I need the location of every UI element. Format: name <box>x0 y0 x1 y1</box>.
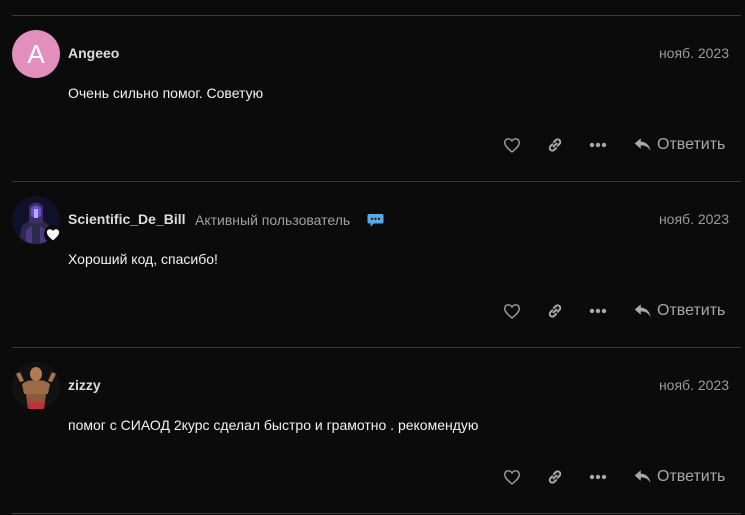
more-button[interactable] <box>587 300 609 322</box>
post-divider <box>12 347 741 348</box>
copy-link-button[interactable] <box>544 300 566 322</box>
heart-icon <box>46 228 60 240</box>
copy-link-button[interactable] <box>544 134 566 156</box>
fighter-avatar-icon <box>12 362 60 410</box>
post-date[interactable]: нояб. 2023 <box>659 377 729 393</box>
post-divider <box>12 513 741 514</box>
avatar-letter: A <box>27 38 45 69</box>
post-date[interactable]: нояб. 2023 <box>659 211 729 227</box>
more-button[interactable] <box>587 466 609 488</box>
like-button[interactable] <box>501 466 523 488</box>
ellipsis-icon <box>589 142 607 148</box>
post-item: zizzy нояб. 2023 помог с СИАОД 2курс сде… <box>0 347 745 513</box>
reply-label: Ответить <box>657 136 726 153</box>
link-icon <box>548 304 562 318</box>
post-item: A Angeeo нояб. 2023 Очень сильно помог. … <box>0 15 745 181</box>
link-icon <box>548 138 562 152</box>
post-date[interactable]: нояб. 2023 <box>659 45 729 61</box>
reply-button[interactable]: Ответить <box>634 300 725 322</box>
user-title: Активный пользователь <box>195 212 351 228</box>
like-button[interactable] <box>501 134 523 156</box>
post-body: Хороший код, спасибо! <box>68 251 218 267</box>
username[interactable]: zizzy <box>68 377 101 393</box>
post-actions: Ответить <box>0 300 745 322</box>
post-actions: Ответить <box>0 134 745 156</box>
post-divider <box>12 15 741 16</box>
post-body: помог с СИАОД 2курс сделал быстро и грам… <box>68 417 479 433</box>
ellipsis-icon <box>589 474 607 480</box>
avatar[interactable] <box>12 362 60 410</box>
heart-outline-icon <box>503 304 521 319</box>
username[interactable]: Angeeo <box>68 45 119 61</box>
link-icon <box>548 470 562 484</box>
post-feed: A Angeeo нояб. 2023 Очень сильно помог. … <box>0 0 745 515</box>
reply-arrow-icon <box>634 304 651 317</box>
more-button[interactable] <box>587 134 609 156</box>
reply-label: Ответить <box>657 468 726 485</box>
username[interactable]: Scientific_De_Bill <box>68 211 186 227</box>
like-button[interactable] <box>501 300 523 322</box>
copy-link-button[interactable] <box>544 466 566 488</box>
avatar[interactable]: A <box>12 30 60 78</box>
reply-label: Ответить <box>657 302 726 319</box>
heart-outline-icon <box>503 138 521 153</box>
reply-arrow-icon <box>634 138 651 151</box>
avatar-flair <box>44 225 62 243</box>
reply-button[interactable]: Ответить <box>634 466 725 488</box>
reply-arrow-icon <box>634 470 651 483</box>
post-divider <box>12 181 741 182</box>
chat-bubble-icon <box>367 214 384 227</box>
reply-button[interactable]: Ответить <box>634 134 725 156</box>
post-body: Очень сильно помог. Советую <box>68 85 264 101</box>
post-actions: Ответить <box>0 466 745 488</box>
post-item: Scientific_De_Bill Активный пользователь… <box>0 181 745 347</box>
ellipsis-icon <box>589 308 607 314</box>
heart-outline-icon <box>503 470 521 485</box>
